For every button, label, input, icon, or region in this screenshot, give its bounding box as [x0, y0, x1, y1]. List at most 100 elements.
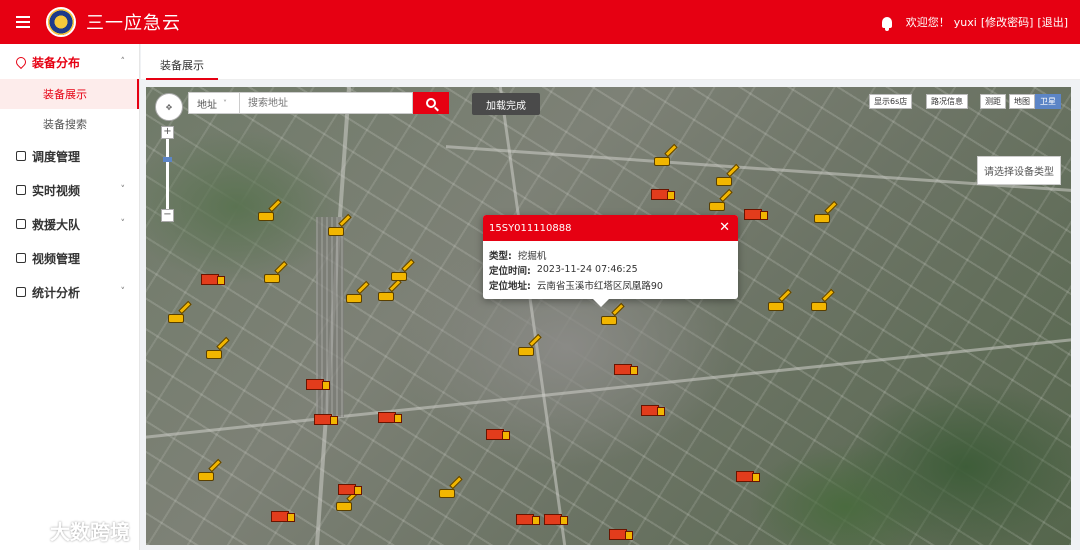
welcome-text: 欢迎您！ [905, 16, 950, 29]
fire-truck-marker[interactable] [378, 410, 402, 424]
popup-title: 15SY011110888 [489, 222, 572, 234]
popup-row-label: 定位时间: [489, 265, 531, 277]
zoom-out-button[interactable]: − [161, 209, 174, 222]
search-button[interactable] [413, 92, 449, 114]
logout-link[interactable]: [退出] [1037, 14, 1068, 30]
chevron-down-icon: ˅ [223, 98, 227, 108]
fire-truck-marker[interactable] [736, 469, 760, 483]
sidebar-item-equipment-display[interactable]: 装备展示 [0, 79, 139, 109]
dispatch-icon [16, 151, 26, 161]
excavator-marker[interactable] [601, 311, 623, 325]
excavator-marker[interactable] [206, 345, 228, 359]
video-manage-icon [16, 253, 26, 263]
excavator-marker[interactable] [654, 152, 676, 166]
location-pin-icon [13, 54, 29, 70]
excavator-marker[interactable] [198, 467, 220, 481]
excavator-marker[interactable] [811, 297, 833, 311]
popup-row-time: 定位时间: 2023-11-24 07:46:25 [483, 262, 738, 277]
sidebar-item-label: 调度管理 [32, 149, 81, 164]
excavator-marker[interactable] [264, 269, 286, 283]
sidebar-item-dispatch[interactable]: 调度管理 [0, 139, 139, 173]
map-type-toggle: 地图 卫星 [1009, 94, 1061, 109]
fire-truck-marker[interactable] [486, 427, 510, 441]
excavator-marker[interactable] [336, 497, 358, 511]
pan-control[interactable]: ✥ [155, 93, 183, 121]
logo [46, 7, 76, 37]
excavator-marker[interactable] [709, 197, 731, 211]
menu-icon[interactable] [16, 16, 30, 28]
excavator-marker[interactable] [439, 484, 461, 498]
fire-truck-marker[interactable] [338, 482, 362, 496]
tab-equipment-display[interactable]: 装备展示 [146, 52, 218, 80]
app-title: 三一应急云 [86, 13, 181, 34]
excavator-marker[interactable] [168, 309, 190, 323]
sidebar-item-equipment-distribution[interactable]: 装备分布 ˄ [0, 45, 139, 79]
chevron-down-icon: ˅ [120, 287, 126, 297]
equipment-info-popup: 15SY011110888 ✕ 类型: 挖掘机 定位时间: 2023-11-24 0… [483, 215, 738, 307]
zoom-slider-handle[interactable] [163, 157, 172, 162]
zoom-slider-track[interactable] [166, 139, 169, 209]
fire-truck-marker[interactable] [271, 509, 295, 523]
map-road [146, 338, 1071, 439]
fire-truck-marker[interactable] [651, 187, 675, 201]
user-area: 欢迎您！ yuxi [修改密码] [退出] [881, 0, 1068, 44]
chevron-up-icon: ˄ [120, 57, 126, 67]
map-type-satellite[interactable]: 卫星 [1035, 94, 1061, 109]
map-type-map[interactable]: 地图 [1009, 94, 1035, 109]
excavator-marker[interactable] [768, 297, 790, 311]
sidebar-item-equipment-search[interactable]: 装备搜索 [0, 109, 139, 139]
show-shop-button[interactable]: 显示6s店 [869, 94, 913, 109]
popup-row-value: 2023-11-24 07:46:25 [536, 264, 638, 275]
team-icon [16, 219, 26, 229]
search-type-select[interactable]: 地址 ˅ [188, 92, 240, 114]
sidebar-item-live-video[interactable]: 实时视频 ˅ [0, 173, 139, 207]
excavator-marker[interactable] [518, 342, 540, 356]
sidebar-item-label: 视频管理 [32, 251, 81, 266]
fire-truck-marker[interactable] [314, 412, 338, 426]
popup-header: 15SY011110888 ✕ [483, 215, 738, 241]
device-type-select[interactable]: 请选择设备类型 [977, 156, 1061, 185]
fire-truck-marker[interactable] [744, 207, 768, 221]
change-password-link[interactable]: [修改密码] [981, 14, 1034, 30]
popup-row-value: 挖掘机 [517, 250, 547, 262]
address-search-input[interactable] [240, 92, 413, 114]
sidebar-item-video-manage[interactable]: 视频管理 [0, 241, 139, 275]
fire-truck-marker[interactable] [609, 527, 633, 541]
fire-truck-marker[interactable] [306, 377, 330, 391]
excavator-marker[interactable] [391, 267, 413, 281]
popup-row-label: 类型: [489, 250, 512, 262]
popup-row-label: 定位地址: [489, 280, 531, 292]
sidebar-item-label: 统计分析 [32, 285, 81, 300]
excavator-marker[interactable] [346, 289, 368, 303]
popup-row-address: 定位地址: 云南省玉溪市红塔区凤凰路90 [483, 277, 738, 292]
traffic-button[interactable]: 路况信息 [926, 94, 968, 109]
video-icon [16, 185, 26, 195]
chart-icon [16, 287, 26, 297]
satellite-map[interactable]: 地址 ˅ 加载完成 ✥ + − 显示6s店 路况信息 测距 地图 卫星 请选择设… [146, 87, 1071, 545]
fire-truck-marker[interactable] [614, 362, 638, 376]
excavator-marker[interactable] [258, 207, 280, 221]
fire-truck-marker[interactable] [641, 403, 665, 417]
popup-body: 类型: 挖掘机 定位时间: 2023-11-24 07:46:25 定位地址: 云南省… [483, 241, 738, 292]
zoom-in-button[interactable]: + [161, 126, 174, 139]
bell-icon[interactable] [881, 16, 892, 31]
fire-truck-marker[interactable] [201, 272, 225, 286]
chevron-down-icon: ˅ [120, 219, 126, 229]
measure-button[interactable]: 测距 [980, 94, 1006, 109]
excavator-marker[interactable] [328, 222, 350, 236]
watermark-logo-icon [10, 519, 44, 542]
watermark-text: 大数跨境 [50, 520, 130, 544]
pan-arrows-icon: ✥ [165, 102, 173, 112]
excavator-marker[interactable] [814, 209, 836, 223]
close-icon[interactable]: ✕ [719, 220, 730, 235]
fire-truck-marker[interactable] [544, 512, 568, 526]
sidebar-item-rescue-team[interactable]: 救援大队 ˅ [0, 207, 139, 241]
address-search: 地址 ˅ [188, 92, 449, 114]
sidebar-item-statistics[interactable]: 统计分析 ˅ [0, 275, 139, 309]
fire-truck-marker[interactable] [516, 512, 540, 526]
excavator-marker[interactable] [716, 172, 738, 186]
sidebar-item-label: 救援大队 [32, 217, 81, 232]
excavator-marker[interactable] [378, 287, 400, 301]
load-status: 加载完成 [472, 93, 540, 115]
sidebar: 装备分布 ˄ 装备展示 装备搜索 调度管理 实时视频 ˅ 救援大队 ˅ 视频管理… [0, 44, 140, 550]
